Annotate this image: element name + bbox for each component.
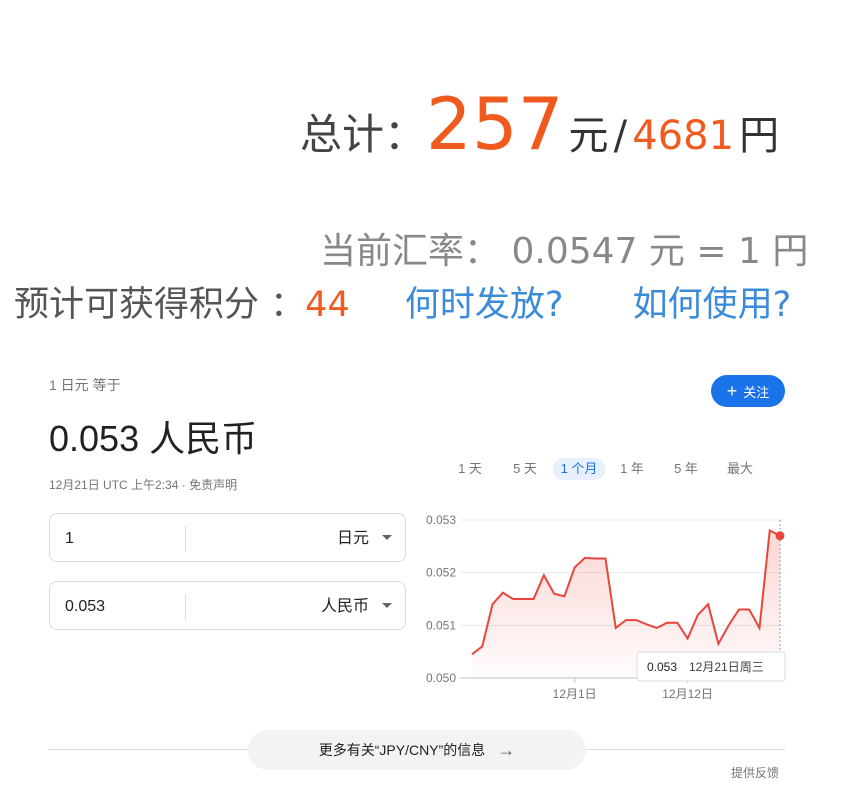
yen-unit: 円 bbox=[739, 113, 780, 159]
rate-one: 1 bbox=[737, 231, 761, 272]
points-colon: ： bbox=[270, 285, 306, 325]
to-currency-field[interactable]: 0.053 人民币 bbox=[49, 581, 406, 630]
slash: / bbox=[613, 113, 628, 159]
exchange-rate-line: 当前汇率： 0.0547 元 = 1 円 bbox=[320, 222, 808, 274]
tab-max[interactable]: 最大 bbox=[719, 458, 761, 480]
disclaimer-link[interactable]: 免责声明 bbox=[189, 478, 237, 492]
more-info-label: 更多有关“JPY/CNY”的信息 bbox=[318, 742, 486, 758]
points-line: 预计可获得积分 ：44 何时发放? 如何使用? bbox=[14, 276, 791, 327]
tab-1-day[interactable]: 1 天 bbox=[450, 458, 490, 480]
field-divider bbox=[185, 526, 186, 552]
timestamp-line: 12月21日 UTC 上午2:34 · 免责声明 bbox=[49, 476, 237, 493]
chevron-down-icon[interactable] bbox=[382, 603, 392, 608]
from-amount-input[interactable]: 1 bbox=[65, 514, 175, 563]
tab-1-year[interactable]: 1 年 bbox=[612, 458, 652, 480]
total-yuan-value: 257 bbox=[426, 82, 564, 166]
conversion-header: 1 日元 等于 bbox=[49, 377, 121, 393]
timestamp: 12月21日 UTC 上午2:34 bbox=[49, 478, 179, 492]
x-tick-label: 12月12日 bbox=[662, 687, 713, 701]
tooltip-value: 0.053 bbox=[647, 660, 677, 674]
field-divider bbox=[185, 594, 186, 620]
rate-label: 当前汇率： bbox=[320, 231, 501, 272]
tab-5-year[interactable]: 5 年 bbox=[666, 458, 706, 480]
tab-1-month[interactable]: 1 个月 bbox=[552, 458, 606, 480]
from-currency-field[interactable]: 1 日元 bbox=[49, 513, 406, 562]
plus-icon: + bbox=[726, 381, 738, 401]
from-currency-select[interactable]: 日元 bbox=[337, 514, 369, 563]
y-tick-label: 0.052 bbox=[426, 566, 456, 580]
total-summary: 总计：257 元 / 4681 円 bbox=[300, 82, 779, 166]
chart-tooltip: 0.053 12月21日周三 bbox=[636, 651, 786, 682]
chevron-down-icon[interactable] bbox=[382, 535, 392, 540]
when-issued-link[interactable]: 何时发放? bbox=[405, 285, 564, 325]
rate-equals: = bbox=[696, 231, 727, 272]
to-amount-input[interactable]: 0.053 bbox=[65, 582, 175, 631]
x-tick-label: 12月1日 bbox=[553, 687, 597, 701]
separator-dot: · bbox=[178, 478, 190, 492]
total-yen-value: 4681 bbox=[632, 113, 735, 159]
tab-5-day[interactable]: 5 天 bbox=[505, 458, 545, 480]
to-currency-select[interactable]: 人民币 bbox=[321, 582, 369, 631]
y-tick-label: 0.050 bbox=[426, 671, 456, 685]
exchange-rate-chart[interactable]: 0.053 0.052 0.051 0.050 12月1日 12月12日 0.053 12… bbox=[420, 505, 790, 705]
tooltip-date: 12月21日周三 bbox=[689, 660, 764, 674]
feedback-link[interactable]: 提供反馈 bbox=[731, 764, 779, 781]
yuan-unit: 元 bbox=[568, 113, 609, 159]
follow-label: 关注 bbox=[743, 384, 770, 400]
how-to-use-link[interactable]: 如何使用? bbox=[633, 285, 792, 325]
rate-unit-yuan: 元 bbox=[648, 231, 685, 272]
points-value: 44 bbox=[305, 285, 350, 325]
points-label: 预计可获得积分 bbox=[14, 285, 260, 325]
total-label: 总计： bbox=[300, 110, 427, 159]
rate-value: 0.0547 bbox=[511, 231, 638, 272]
rate-unit-yen: 円 bbox=[772, 231, 809, 272]
more-info-button[interactable]: 更多有关“JPY/CNY”的信息 → bbox=[248, 730, 586, 770]
y-tick-label: 0.053 bbox=[426, 513, 456, 527]
current-point bbox=[775, 531, 785, 541]
conversion-result: 0.053 人民币 bbox=[49, 418, 258, 459]
follow-button[interactable]: + 关注 bbox=[711, 375, 785, 407]
arrow-right-icon: → bbox=[497, 739, 516, 760]
y-tick-label: 0.051 bbox=[426, 618, 456, 632]
